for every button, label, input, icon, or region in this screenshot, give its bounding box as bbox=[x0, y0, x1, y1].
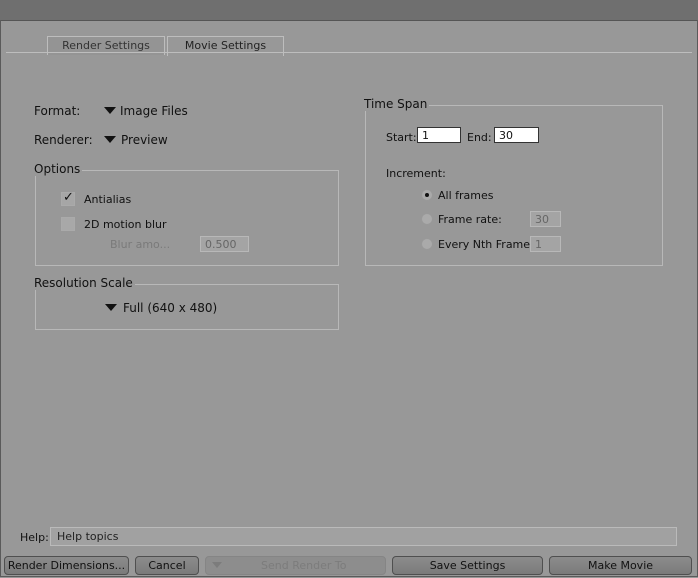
help-label: Help: bbox=[20, 531, 49, 544]
renderer-value: Preview bbox=[121, 133, 168, 147]
chevron-down-icon bbox=[212, 562, 222, 568]
render-dimensions-button[interactable]: Render Dimensions... bbox=[4, 556, 129, 575]
chevron-down-icon bbox=[104, 136, 116, 143]
start-label: Start: bbox=[386, 131, 417, 144]
frame-rate-field[interactable]: 30 bbox=[530, 211, 561, 227]
frame-rate-label: Frame rate: bbox=[438, 213, 502, 226]
send-render-to-label: Send Render To bbox=[261, 559, 347, 572]
cancel-button[interactable]: Cancel bbox=[135, 556, 199, 575]
resolution-value: Full (640 x 480) bbox=[123, 301, 218, 315]
chevron-down-icon bbox=[105, 304, 117, 311]
renderer-label: Renderer: bbox=[34, 133, 93, 147]
every-nth-label: Every Nth Frame: bbox=[438, 238, 534, 251]
every-nth-radio[interactable] bbox=[421, 238, 433, 250]
send-render-to-button[interactable]: Send Render To bbox=[205, 556, 386, 575]
increment-label: Increment: bbox=[386, 167, 446, 180]
antialias-label: Antialias bbox=[84, 193, 132, 206]
options-title: Options bbox=[32, 162, 83, 176]
chevron-down-icon bbox=[104, 107, 116, 114]
make-movie-button[interactable]: Make Movie bbox=[549, 556, 692, 575]
blur-amount-label: Blur amo... bbox=[110, 238, 171, 251]
blur-amount-field[interactable]: 0.500 bbox=[200, 236, 249, 252]
end-field[interactable]: 30 bbox=[494, 127, 539, 143]
options-group bbox=[35, 170, 339, 266]
motion-blur-checkbox[interactable] bbox=[61, 217, 75, 231]
time-span-title: Time Span bbox=[362, 97, 430, 111]
frame-rate-radio[interactable] bbox=[421, 213, 433, 225]
help-field[interactable]: Help topics bbox=[50, 527, 677, 546]
format-dropdown[interactable]: Image Files bbox=[104, 102, 204, 120]
every-nth-field[interactable]: 1 bbox=[530, 236, 561, 252]
tab-divider bbox=[6, 52, 692, 53]
resolution-title: Resolution Scale bbox=[32, 276, 135, 290]
motion-blur-label: 2D motion blur bbox=[84, 218, 167, 231]
antialias-checkbox[interactable] bbox=[61, 190, 75, 206]
all-frames-radio[interactable] bbox=[421, 189, 433, 201]
tab-movie-settings[interactable]: Movie Settings bbox=[167, 36, 284, 56]
resolution-dropdown[interactable]: Full (640 x 480) bbox=[105, 299, 235, 317]
format-value: Image Files bbox=[120, 104, 188, 118]
save-settings-button[interactable]: Save Settings bbox=[392, 556, 543, 575]
start-field[interactable]: 1 bbox=[417, 127, 461, 143]
renderer-dropdown[interactable]: Preview bbox=[104, 131, 184, 149]
end-label: End: bbox=[467, 131, 492, 144]
format-label: Format: bbox=[34, 104, 81, 118]
title-bar bbox=[0, 0, 698, 21]
all-frames-label: All frames bbox=[438, 189, 494, 202]
